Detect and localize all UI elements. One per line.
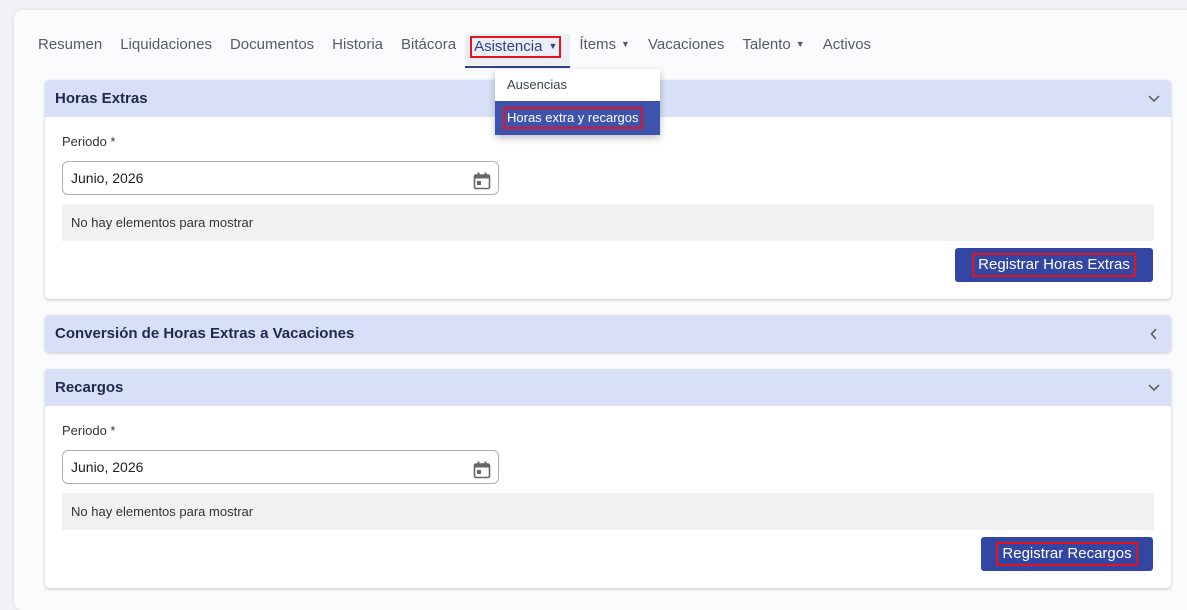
menu-item-horas-extra-recargos[interactable]: Horas extra y recargos (495, 101, 660, 135)
tab-label: Vacaciones (647, 36, 725, 53)
tab-label: Bitácora (401, 36, 457, 53)
conversion-card: Conversión de Horas Extras a Vacaciones (45, 315, 1171, 352)
tab-label: Asistencia (474, 38, 543, 55)
recargos-card: Recargos Periodo * Junio, 2026 No hay el… (45, 369, 1171, 588)
conversion-header[interactable]: Conversión de Horas Extras a Vacaciones (45, 315, 1171, 352)
period-value: Junio, 2026 (71, 170, 144, 186)
period-value: Junio, 2026 (71, 459, 144, 475)
card-title: Horas Extras (55, 90, 148, 107)
tab-label-highlight: Asistencia ▼ (470, 36, 562, 58)
chevron-down-icon[interactable] (1147, 92, 1161, 106)
tab-label: Resumen (38, 36, 103, 53)
tab-documentos[interactable]: Documentos (221, 34, 323, 65)
tab-bitacora[interactable]: Bitácora (392, 34, 465, 65)
card-title: Recargos (55, 379, 124, 396)
period-date-input[interactable]: Junio, 2026 (62, 161, 499, 195)
tab-label: Ítems (579, 36, 617, 53)
chevron-down-icon[interactable] (1147, 381, 1161, 395)
tab-historia[interactable]: Historia (323, 34, 392, 65)
period-label: Periodo * (62, 423, 116, 438)
registrar-recargos-button[interactable]: Registrar Recargos (981, 537, 1153, 571)
empty-message: No hay elementos para mostrar (62, 204, 1154, 241)
button-label: Registrar Recargos (996, 542, 1138, 566)
tab-talento[interactable]: Talento ▼ (733, 34, 813, 65)
tab-items[interactable]: Ítems ▼ (570, 34, 639, 65)
tab-label: Documentos (229, 36, 315, 53)
tab-label: Talento (742, 36, 791, 53)
calendar-icon[interactable] (473, 169, 491, 190)
asistencia-dropdown-menu: Ausencias Horas extra y recargos (495, 69, 660, 135)
button-label: Registrar Horas Extras (972, 253, 1136, 277)
page-container: Resumen Liquidaciones Documentos Histori… (14, 10, 1187, 610)
menu-item-ausencias[interactable]: Ausencias (495, 69, 660, 101)
period-label: Periodo * (62, 134, 116, 149)
chevron-left-icon[interactable] (1147, 327, 1161, 341)
tab-vacaciones[interactable]: Vacaciones (639, 34, 733, 65)
caret-down-icon: ▼ (795, 39, 805, 49)
period-date-input[interactable]: Junio, 2026 (62, 450, 499, 484)
tab-label: Activos (822, 36, 872, 53)
caret-down-icon: ▼ (621, 39, 630, 49)
empty-message: No hay elementos para mostrar (62, 493, 1154, 530)
tab-label: Historia (332, 36, 384, 53)
tab-liquidaciones[interactable]: Liquidaciones (111, 34, 221, 65)
tab-asistencia[interactable]: Asistencia ▼ (465, 34, 571, 68)
tab-label: Liquidaciones (120, 36, 212, 53)
menu-item-label: Horas extra y recargos (503, 107, 643, 129)
tab-bar: Resumen Liquidaciones Documentos Histori… (38, 34, 880, 68)
registrar-horas-extras-button[interactable]: Registrar Horas Extras (955, 248, 1153, 282)
calendar-icon[interactable] (473, 458, 491, 479)
tab-resumen[interactable]: Resumen (38, 34, 111, 65)
card-title: Conversión de Horas Extras a Vacaciones (55, 325, 355, 342)
recargos-header[interactable]: Recargos (45, 369, 1171, 406)
caret-down-icon: ▼ (548, 41, 558, 51)
tab-activos[interactable]: Activos (814, 34, 880, 65)
